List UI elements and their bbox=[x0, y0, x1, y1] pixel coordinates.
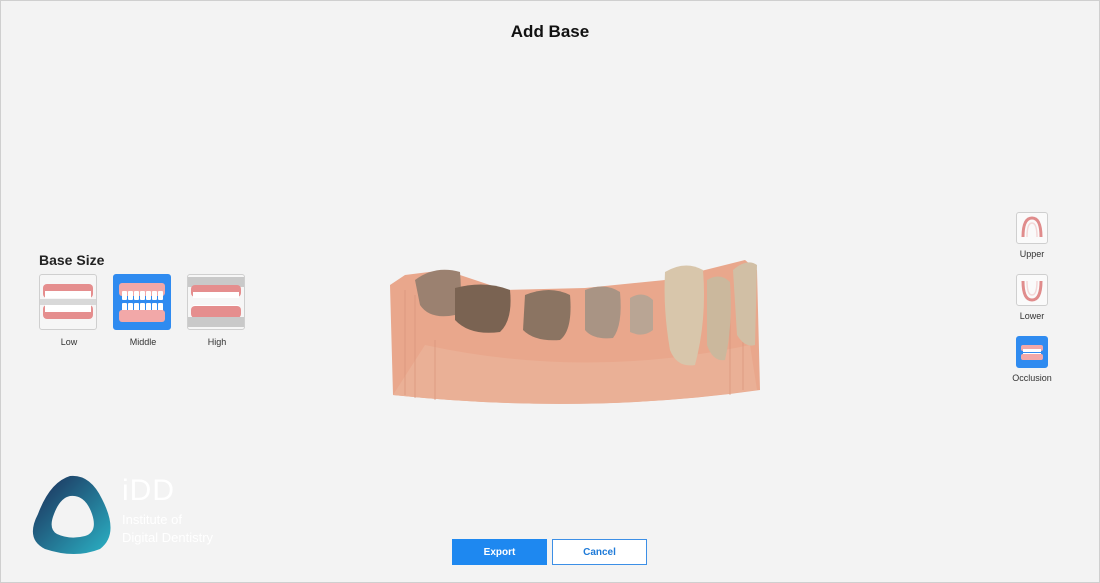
logo-line2: Digital Dentistry bbox=[122, 530, 214, 545]
cancel-button[interactable]: Cancel bbox=[552, 539, 647, 565]
view-label: Lower bbox=[1019, 311, 1045, 321]
base-size-option-high[interactable]: High bbox=[187, 274, 247, 347]
page-title: Add Base bbox=[510, 22, 590, 41]
base-size-panel: Base Size Low Middle High bbox=[39, 252, 245, 347]
view-occlusion[interactable]: Occlusion bbox=[1008, 336, 1056, 383]
export-button[interactable]: Export bbox=[452, 539, 547, 565]
base-size-option-label: Low bbox=[60, 337, 78, 347]
base-size-option-label: High bbox=[207, 337, 227, 347]
dental-model-viewport[interactable] bbox=[385, 250, 765, 410]
base-size-options: Low Middle High bbox=[39, 274, 259, 354]
logo-brand: iDD bbox=[122, 474, 175, 507]
base-size-option-low[interactable]: Low bbox=[39, 274, 99, 347]
occlusion-icon bbox=[1016, 336, 1048, 368]
teeth-low-icon bbox=[39, 274, 97, 330]
view-label: Occlusion bbox=[1012, 373, 1052, 383]
lower-jaw-icon bbox=[1016, 274, 1048, 306]
base-size-option-middle[interactable]: Middle bbox=[113, 274, 173, 347]
logo-line1: Institute of bbox=[122, 512, 182, 527]
base-size-option-label: Middle bbox=[129, 337, 157, 347]
view-upper[interactable]: Upper bbox=[1008, 212, 1056, 259]
base-size-label: Base Size bbox=[39, 252, 105, 268]
idd-logo: iDD Institute of Digital Dentistry bbox=[30, 474, 230, 556]
teeth-middle-icon bbox=[113, 274, 171, 330]
upper-jaw-icon bbox=[1016, 212, 1048, 244]
view-lower[interactable]: Lower bbox=[1008, 274, 1056, 321]
teeth-high-icon bbox=[187, 274, 245, 330]
dental-model bbox=[390, 260, 760, 404]
view-label: Upper bbox=[1019, 249, 1045, 259]
idd-logo-mark bbox=[32, 475, 111, 554]
